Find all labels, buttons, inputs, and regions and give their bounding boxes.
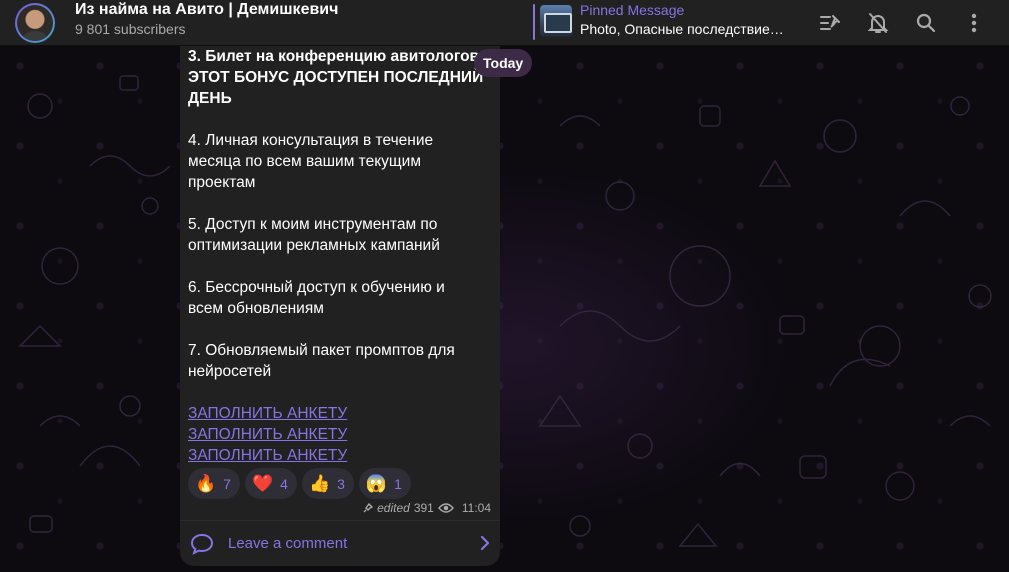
message-line: нейросетей	[188, 363, 272, 380]
reaction-chip[interactable]: 🔥 7	[188, 468, 240, 499]
reaction-count: 3	[337, 475, 345, 492]
reaction-emoji: 👍	[308, 474, 331, 493]
reaction-count: 4	[280, 475, 288, 492]
more-vertical-icon[interactable]	[958, 7, 990, 39]
chevron-right-icon	[480, 535, 490, 551]
chat-background	[0, 46, 1009, 572]
reaction-count: 1	[394, 475, 402, 492]
view-count: 391	[413, 501, 434, 515]
pinned-message[interactable]: Pinned Message Photo, Опасные последстви…	[533, 2, 793, 41]
date-badge: Today	[474, 49, 533, 77]
channel-title[interactable]: Из найма на Авито | Демишкевич	[75, 1, 338, 19]
message-line: оптимизации рекламных кампаний	[188, 237, 440, 254]
edited-label: edited	[377, 501, 410, 515]
message-line: проектам	[188, 174, 256, 191]
reaction-emoji: ❤️	[251, 474, 274, 493]
mute-bell-icon[interactable]	[862, 7, 894, 39]
reactions-bar: 🔥 7 ❤️ 4 👍 3 😱 1	[188, 468, 411, 499]
message-line: месяца по всем вашим текущим	[188, 153, 421, 170]
message-line: 7. Обновляемый пакет промптов для	[188, 342, 455, 359]
message-time: 11:04	[461, 501, 491, 515]
chat-header: Из найма на Авито | Демишкевич 9 801 sub…	[0, 0, 1009, 46]
message-line: 5. Доступ к моим инструментам по	[188, 216, 438, 233]
message-text: 3. Билет на конференцию авитологов – ЭТОТ…	[188, 46, 492, 466]
leave-comment-label: Leave a comment	[228, 535, 348, 552]
message-line: 6. Бессрочный доступ к обучению и	[188, 279, 445, 296]
message-bubble: 3. Билет на конференцию авитологов – ЭТОТ…	[180, 46, 500, 566]
pinned-list-icon[interactable]	[814, 7, 846, 39]
message-line: 4. Личная консультация в течение	[188, 132, 434, 149]
form-link[interactable]: ЗАПОЛНИТЬ АНКЕТУ	[188, 445, 492, 466]
message-meta: edited 391 11:04	[363, 501, 491, 515]
pinned-text: Photo, Опасные последствие…	[580, 21, 784, 37]
message-line: всем обновлениям	[188, 300, 324, 317]
pinned-indicator-bar	[533, 4, 535, 40]
reaction-chip[interactable]: ❤️ 4	[244, 468, 297, 499]
avatar-photo	[17, 5, 53, 41]
message-line: ЭТОТ БОНУС ДОСТУПЕН ПОСЛЕДНИЙ	[188, 69, 484, 86]
pin-icon	[363, 503, 374, 513]
channel-avatar[interactable]	[15, 3, 55, 43]
reaction-count: 7	[223, 475, 231, 492]
eye-icon	[437, 503, 454, 513]
form-link[interactable]: ЗАПОЛНИТЬ АНКЕТУ	[188, 403, 492, 424]
pinned-thumbnail	[540, 5, 572, 37]
subscriber-count: 9 801 subscribers	[75, 21, 186, 37]
reaction-emoji: 🔥	[195, 474, 217, 493]
search-icon[interactable]	[910, 7, 942, 39]
message-line: ДЕНЬ	[188, 90, 232, 107]
leave-comment-button[interactable]: Leave a comment	[180, 520, 500, 566]
comment-icon	[190, 533, 214, 555]
reaction-emoji: 😱	[365, 474, 388, 493]
message-line: 3. Билет на конференцию авитологов –	[188, 48, 492, 65]
form-link[interactable]: ЗАПОЛНИТЬ АНКЕТУ	[188, 424, 492, 445]
reaction-chip[interactable]: 😱 1	[358, 468, 411, 499]
reaction-chip[interactable]: 👍 3	[301, 468, 354, 499]
pinned-title: Pinned Message	[580, 2, 685, 18]
